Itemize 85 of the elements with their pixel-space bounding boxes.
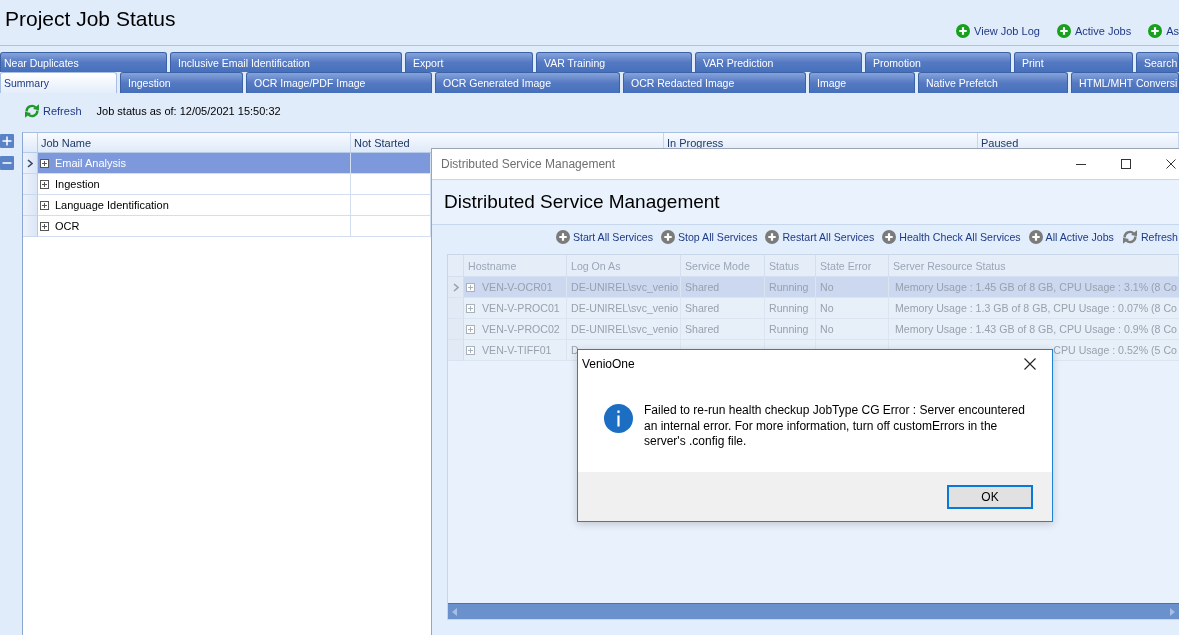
dialog-message: Failed to re-run health checkup JobType CG Error : Server encountered an internal error. For more information, turn off customErrors in the server's .config file. bbox=[644, 403, 1026, 450]
job-name: Ingestion bbox=[55, 178, 100, 190]
table-row[interactable]: Language Identification bbox=[23, 195, 431, 216]
window-title: Distributed Service Management bbox=[440, 157, 617, 171]
minimize-icon bbox=[1075, 163, 1086, 165]
table-cell: Running bbox=[769, 302, 809, 314]
table-cell: No bbox=[820, 281, 834, 293]
table-cell: DE-UNIREL\svc_venio bbox=[571, 323, 679, 335]
table-cell: Running bbox=[769, 281, 809, 293]
tab[interactable]: Inclusive Email Identification bbox=[170, 52, 402, 72]
table-cell: Shared bbox=[685, 302, 720, 314]
plus-circle-icon bbox=[956, 24, 971, 38]
table-cell: VEN-V-PROC02 bbox=[482, 323, 560, 335]
header-link[interactable]: As bbox=[1148, 24, 1179, 38]
tab[interactable]: VAR Prediction bbox=[695, 52, 862, 72]
refresh-icon bbox=[24, 103, 40, 119]
toolbar-action[interactable]: Stop All Services bbox=[660, 230, 758, 244]
expand-box-icon[interactable] bbox=[40, 179, 49, 189]
table-cell: Running bbox=[769, 323, 809, 335]
tab[interactable]: OCR Image/PDF Image bbox=[246, 72, 432, 93]
page-title: Project Job Status bbox=[4, 6, 176, 31]
tab[interactable]: Image bbox=[809, 72, 915, 93]
table-cell: No bbox=[820, 323, 834, 335]
plus-circle-icon bbox=[882, 230, 897, 244]
expand-box-icon[interactable] bbox=[40, 221, 49, 231]
ok-button[interactable]: OK bbox=[947, 485, 1033, 509]
close-icon bbox=[1166, 159, 1176, 169]
table-row[interactable]: Ingestion bbox=[23, 174, 431, 195]
tab[interactable]: Promotion bbox=[865, 52, 1011, 72]
plus-circle-icon bbox=[660, 230, 675, 244]
toolbar-action[interactable]: All Active Jobs bbox=[1028, 230, 1114, 244]
tab[interactable]: Near Duplicates bbox=[0, 52, 167, 72]
row-pointer-icon bbox=[27, 158, 33, 168]
maximize-icon bbox=[1120, 159, 1131, 169]
refresh-link[interactable]: Refresh bbox=[24, 103, 82, 119]
table-row[interactable]: Email Analysis bbox=[23, 153, 431, 174]
dialog-title: VenioOne bbox=[581, 356, 635, 371]
job-name: Email Analysis bbox=[55, 157, 126, 169]
row-pointer-icon bbox=[452, 282, 459, 292]
table-cell: Memory Usage : 1.43 GB of 8 GB, CPU Usage : 0.9% (8 Co bbox=[894, 323, 1177, 335]
table-cell: DE-UNIREL\svc_venio bbox=[571, 302, 679, 314]
info-icon bbox=[604, 404, 633, 433]
plus-icon[interactable] bbox=[0, 134, 14, 148]
table-cell: VEN-V-OCR01 bbox=[482, 281, 553, 293]
job-name: Language Identification bbox=[55, 199, 169, 211]
table-row[interactable]: OCR bbox=[23, 216, 431, 237]
table-cell: Shared bbox=[685, 281, 720, 293]
table-cell: VEN-V-TIFF01 bbox=[482, 344, 552, 356]
plus-circle-icon bbox=[555, 230, 570, 244]
toolbar-action[interactable]: Restart All Services bbox=[765, 230, 875, 244]
tab[interactable]: Search bbox=[1136, 52, 1179, 72]
tab[interactable]: OCR Redacted Image bbox=[623, 72, 806, 93]
table-cell: VEN-V-PROC01 bbox=[482, 302, 560, 314]
table-cell: Shared bbox=[685, 323, 720, 335]
toolbar-action[interactable]: Health Check All Services bbox=[882, 230, 1021, 244]
table-cell: No bbox=[820, 302, 834, 314]
tab[interactable]: Native Prefetch bbox=[918, 72, 1068, 93]
tab[interactable]: HTML/MHT Conversi bbox=[1071, 72, 1179, 93]
close-icon bbox=[1024, 357, 1036, 370]
plus-circle-icon bbox=[1148, 24, 1163, 38]
toolbar-action[interactable]: Refresh bbox=[1121, 229, 1178, 245]
table-cell: CPU Usage : 0.52% (5 Co bbox=[1053, 344, 1177, 356]
expand-box-icon[interactable] bbox=[40, 158, 49, 168]
tab[interactable]: Print bbox=[1014, 52, 1133, 72]
column-header[interactable]: Job Name bbox=[38, 133, 351, 152]
job-status-text: Job status as of: 12/05/2021 15:50:32 bbox=[96, 105, 281, 117]
refresh-icon bbox=[1121, 229, 1138, 245]
minus-icon[interactable] bbox=[0, 156, 14, 170]
header-link[interactable]: Active Jobs bbox=[1056, 24, 1132, 38]
plus-circle-icon bbox=[1028, 230, 1043, 244]
table-cell: Memory Usage : 1.45 GB of 8 GB, CPU Usage : 3.1% (8 Co bbox=[894, 281, 1177, 293]
expand-box-icon[interactable] bbox=[40, 200, 49, 210]
plus-circle-icon bbox=[1056, 24, 1071, 38]
tab[interactable]: VAR Training bbox=[536, 52, 692, 72]
plus-circle-icon bbox=[765, 230, 780, 244]
toolbar-action[interactable]: Start All Services bbox=[555, 230, 653, 244]
window-heading: Distributed Service Management bbox=[443, 191, 720, 213]
job-name: OCR bbox=[55, 220, 80, 232]
tab[interactable]: OCR Generated Image bbox=[435, 72, 620, 93]
tab[interactable]: Export bbox=[405, 52, 533, 72]
tab[interactable]: Ingestion bbox=[120, 72, 243, 93]
table-cell: DE-UNIREL\svc_venio bbox=[571, 281, 679, 293]
table-cell: Memory Usage : 1.3 GB of 8 GB, CPU Usage : 0.07% (8 Co bbox=[894, 302, 1177, 314]
tab[interactable]: Summary bbox=[0, 72, 117, 93]
header-link[interactable]: View Job Log bbox=[956, 24, 1040, 38]
